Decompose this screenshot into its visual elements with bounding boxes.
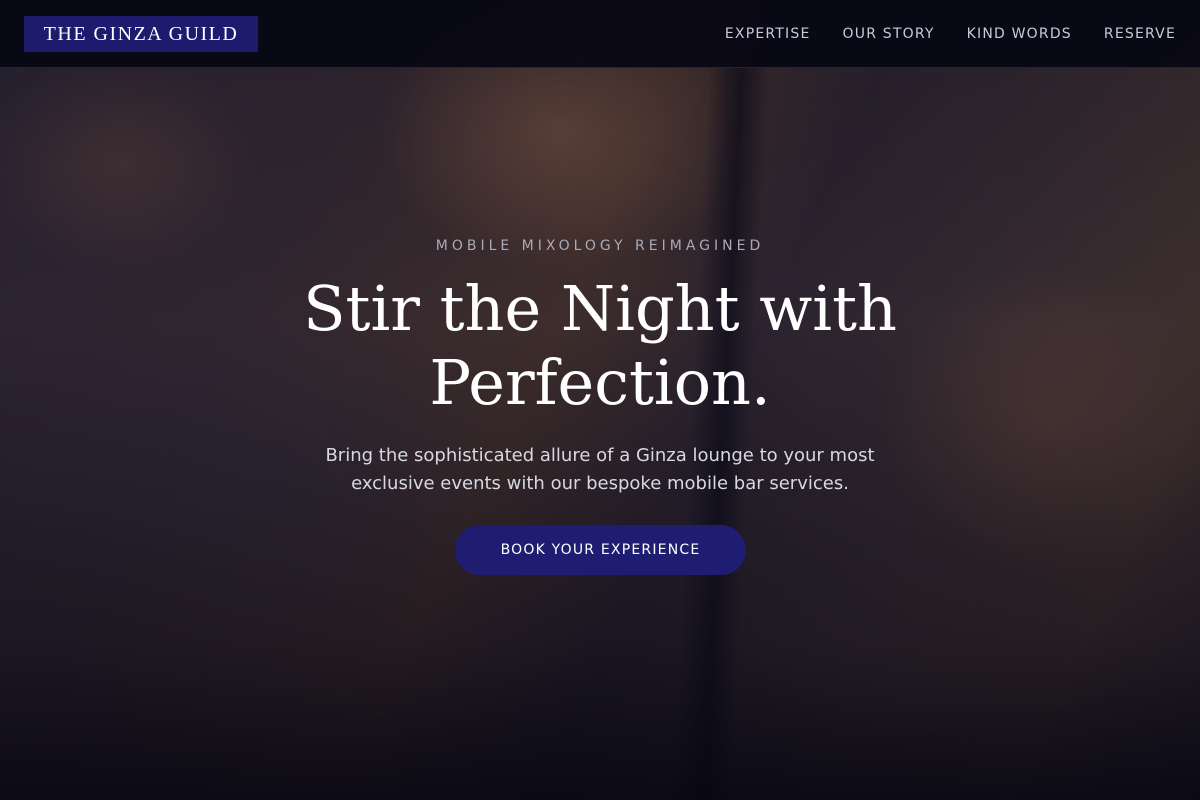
hero-headline-line1: Stir the Night with xyxy=(303,272,897,345)
hero-subtext: Bring the sophisticated allure of a Ginz… xyxy=(270,442,930,498)
hero-headline-line2: Perfection. xyxy=(429,346,771,419)
hero-headline: Stir the Night with Perfection. xyxy=(200,272,1000,420)
hero-subtext-line2: exclusive events with our bespoke mobile… xyxy=(351,473,849,494)
hero-eyebrow: MOBILE MIXOLOGY REIMAGINED xyxy=(435,238,765,254)
hero-subtext-line1: Bring the sophisticated allure of a Ginz… xyxy=(325,445,875,466)
book-experience-button[interactable]: BOOK YOUR EXPERIENCE xyxy=(455,525,746,575)
hero-section: MOBILE MIXOLOGY REIMAGINED Stir the Nigh… xyxy=(0,0,1200,800)
